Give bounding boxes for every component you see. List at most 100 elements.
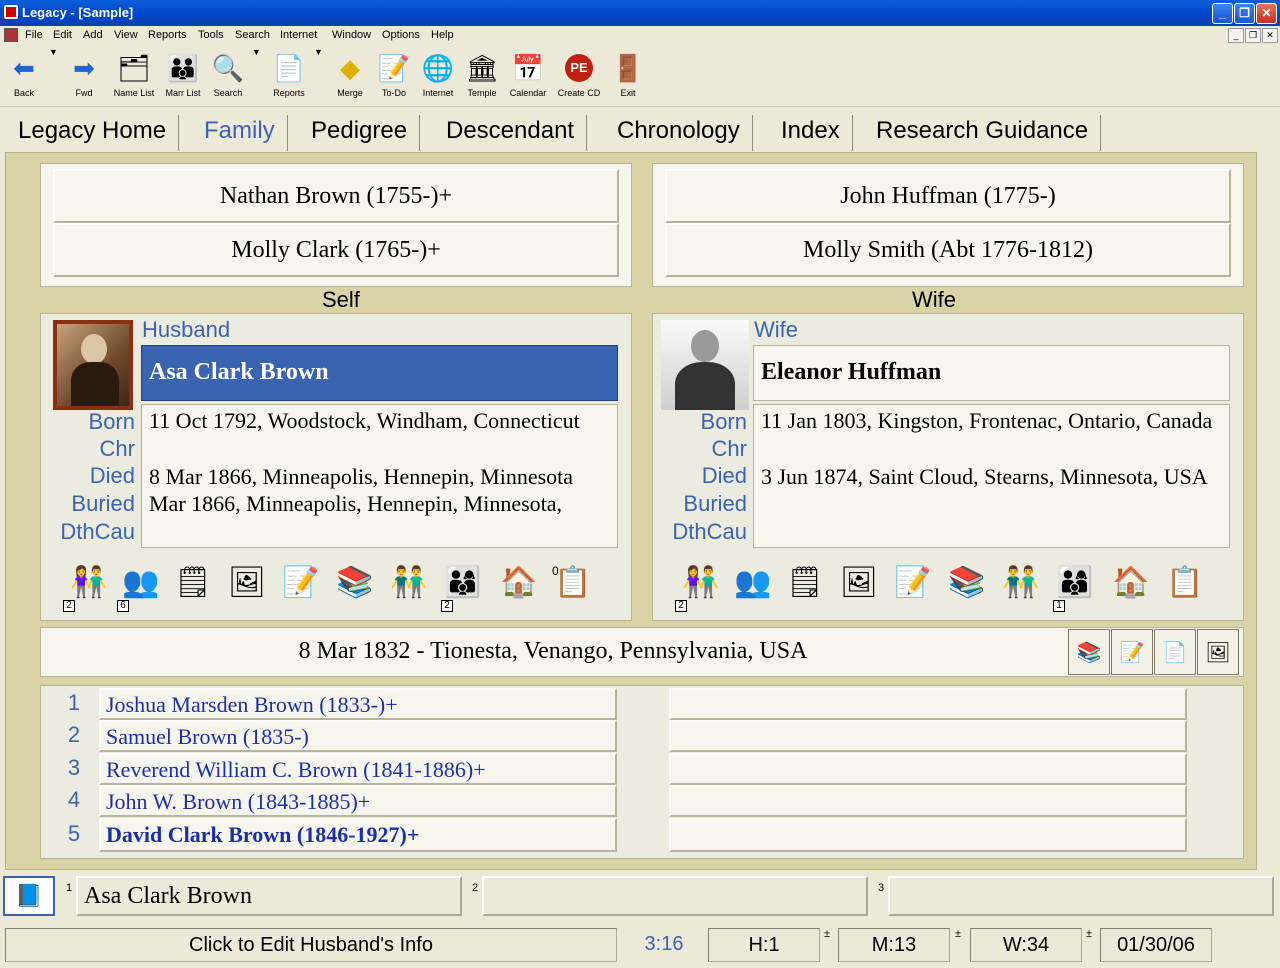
- pictures-icon[interactable]: 🖼: [227, 562, 267, 602]
- marriage-bar[interactable]: 8 Mar 1832 - Tionesta, Venango, Pennsylv…: [40, 627, 1244, 677]
- todo-button[interactable]: 📝 To-Do: [374, 47, 414, 103]
- menu-options[interactable]: Options: [382, 29, 420, 41]
- siblings-icon[interactable]: 👨‍👩‍👦: [443, 562, 483, 602]
- menu-file[interactable]: File: [25, 29, 43, 41]
- menu-window[interactable]: Window: [332, 29, 371, 41]
- bookmark-slot-3[interactable]: [888, 876, 1274, 916]
- child-row-3[interactable]: Reverend William C. Brown (1841-1886)+: [99, 753, 617, 785]
- edit-icon[interactable]: 📝: [281, 562, 321, 602]
- associations-icon[interactable]: 👬: [1001, 562, 1041, 602]
- spouses-icon[interactable]: 👫: [681, 562, 721, 602]
- menu-tools[interactable]: Tools: [198, 29, 224, 41]
- wife-mother[interactable]: Molly Smith (Abt 1776-1812): [665, 223, 1231, 277]
- child-row-empty[interactable]: [669, 818, 1187, 852]
- create-cd-button[interactable]: PE Create CD: [554, 47, 604, 103]
- child-row-1[interactable]: Joshua Marsden Brown (1833-)+: [99, 688, 617, 720]
- wife-panel[interactable]: Wife Eleanor Huffman Born Chr Died Burie…: [652, 313, 1244, 621]
- todo-list-icon[interactable]: 📋: [1165, 562, 1205, 602]
- name-list-button[interactable]: 🗂 Name List: [108, 47, 160, 103]
- bookmark-book-icon[interactable]: 📘: [3, 876, 55, 916]
- child-row-empty[interactable]: [669, 785, 1187, 817]
- husband-father[interactable]: Nathan Brown (1755-)+: [53, 169, 619, 223]
- child-row-empty[interactable]: [669, 688, 1187, 720]
- reports-button[interactable]: 📄 Reports: [268, 47, 310, 103]
- title-bar[interactable]: Legacy - [Sample] _ ❐ ✕: [0, 0, 1280, 26]
- close-button[interactable]: ✕: [1256, 3, 1277, 24]
- child-row-4[interactable]: John W. Brown (1843-1885)+: [99, 785, 617, 817]
- tab-descendant[interactable]: Descendant: [434, 115, 588, 151]
- notes-icon[interactable]: 🗒: [173, 562, 213, 602]
- sources-icon[interactable]: 📚: [335, 562, 375, 602]
- pictures-icon[interactable]: 🖼: [839, 562, 879, 602]
- marriage-sources-icon[interactable]: 📚: [1068, 629, 1110, 675]
- mdi-minimize-button[interactable]: _: [1228, 28, 1244, 43]
- back-dropdown-icon[interactable]: ▼: [49, 47, 58, 103]
- husband-name[interactable]: Asa Clark Brown: [141, 345, 618, 401]
- child-row-2[interactable]: Samuel Brown (1835-): [99, 720, 617, 752]
- bookmark-slot-2[interactable]: [482, 876, 868, 916]
- menu-search[interactable]: Search: [235, 29, 270, 41]
- app-icon[interactable]: [4, 5, 18, 19]
- marriage-info[interactable]: 8 Mar 1832 - Tionesta, Venango, Pennsylv…: [41, 628, 1065, 676]
- tab-family[interactable]: Family: [192, 115, 288, 151]
- marriage-page-icon[interactable]: 📄: [1154, 629, 1196, 675]
- search-dropdown-icon[interactable]: ▼: [252, 47, 261, 103]
- husband-died-value[interactable]: 8 Mar 1866, Minneapolis, Hennepin, Minne…: [149, 464, 615, 490]
- calendar-button[interactable]: 📅 Calendar: [505, 47, 551, 103]
- spouses-icon[interactable]: 👫: [69, 562, 109, 602]
- mdi-restore-button[interactable]: ❐: [1245, 28, 1261, 43]
- wife-photo[interactable]: [661, 320, 749, 410]
- maximize-button[interactable]: ❐: [1234, 3, 1255, 24]
- husband-panel[interactable]: Husband Asa Clark Brown Born Chr Died Bu…: [40, 313, 632, 621]
- document-icon[interactable]: [4, 28, 18, 42]
- menu-edit[interactable]: Edit: [53, 29, 72, 41]
- husband-buried-value[interactable]: Mar 1866, Minneapolis, Hennepin, Minneso…: [149, 491, 615, 517]
- tab-legacy-home[interactable]: Legacy Home: [6, 115, 180, 151]
- edit-icon[interactable]: 📝: [893, 562, 933, 602]
- plus-minus-icon[interactable]: ±: [1086, 928, 1092, 940]
- child-row-empty[interactable]: [669, 720, 1187, 752]
- sources-icon[interactable]: 📚: [947, 562, 987, 602]
- reports-dropdown-icon[interactable]: ▼: [314, 47, 323, 103]
- wife-father[interactable]: John Huffman (1775-): [665, 169, 1231, 223]
- menu-reports[interactable]: Reports: [148, 29, 187, 41]
- plus-minus-icon[interactable]: ±: [824, 928, 830, 940]
- husband-born-value[interactable]: 11 Oct 1792, Woodstock, Windham, Connect…: [149, 408, 615, 434]
- wife-name[interactable]: Eleanor Huffman: [753, 345, 1230, 401]
- address-icon[interactable]: 🏠: [1111, 562, 1151, 602]
- child-row-5[interactable]: David Clark Brown (1846-1927)+: [99, 818, 617, 852]
- menu-add[interactable]: Add: [83, 29, 103, 41]
- mdi-close-button[interactable]: ✕: [1262, 28, 1278, 43]
- tab-index[interactable]: Index: [769, 115, 853, 151]
- menu-internet[interactable]: Internet: [280, 29, 317, 41]
- search-button[interactable]: 🔍 Search: [208, 47, 248, 103]
- tab-pedigree[interactable]: Pedigree: [299, 115, 421, 151]
- siblings-icon[interactable]: 👨‍👩‍👦: [1055, 562, 1095, 602]
- marr-list-button[interactable]: 👪 Marr List: [161, 47, 205, 103]
- parents-icon[interactable]: 👥: [733, 562, 773, 602]
- associations-icon[interactable]: 👬: [389, 562, 429, 602]
- back-button[interactable]: ⬅ Back: [4, 47, 44, 103]
- merge-button[interactable]: ◆ Merge: [330, 47, 370, 103]
- husband-mother[interactable]: Molly Clark (1765-)+: [53, 223, 619, 277]
- notes-icon[interactable]: 🗒: [785, 562, 825, 602]
- plus-minus-icon[interactable]: ±: [955, 928, 961, 940]
- wife-died-value[interactable]: 3 Jun 1874, Saint Cloud, Stearns, Minnes…: [761, 464, 1227, 490]
- minimize-button[interactable]: _: [1212, 3, 1233, 24]
- marriage-notes-icon[interactable]: 📝: [1111, 629, 1153, 675]
- wife-born-value[interactable]: 11 Jan 1803, Kingston, Frontenac, Ontari…: [761, 408, 1227, 434]
- tab-chronology[interactable]: Chronology: [605, 115, 753, 151]
- menu-view[interactable]: View: [114, 29, 138, 41]
- exit-button[interactable]: 🚪 Exit: [610, 47, 646, 103]
- husband-photo[interactable]: [53, 320, 133, 410]
- marriage-pictures-icon[interactable]: 🖼: [1197, 629, 1239, 675]
- bookmark-slot-1[interactable]: Asa Clark Brown: [76, 876, 462, 916]
- temple-button[interactable]: 🏛 Temple: [460, 47, 504, 103]
- child-row-empty[interactable]: [669, 753, 1187, 785]
- parents-icon[interactable]: 👥: [121, 562, 161, 602]
- forward-button[interactable]: ➡ Fwd: [64, 47, 104, 103]
- address-icon[interactable]: 🏠: [499, 562, 539, 602]
- todo-list-icon[interactable]: 📋: [553, 562, 593, 602]
- tab-research-guidance[interactable]: Research Guidance: [864, 115, 1102, 151]
- internet-button[interactable]: 🌐 Internet: [418, 47, 458, 103]
